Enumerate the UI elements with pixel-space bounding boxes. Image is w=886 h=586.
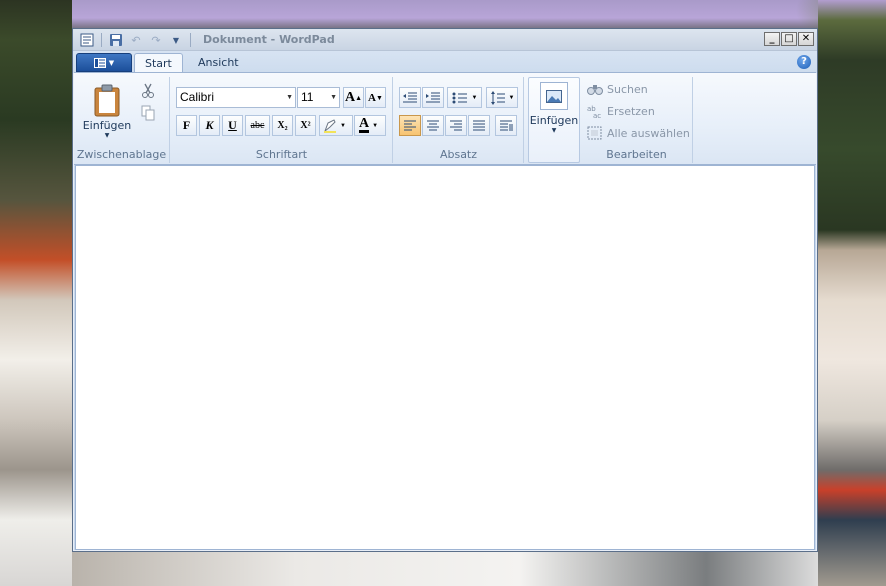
copy-icon (141, 105, 155, 121)
font-color-button[interactable]: A ▼ (354, 115, 386, 136)
select-all-label: Alle auswählen (607, 126, 690, 140)
grow-font-button[interactable]: A ▲ (343, 87, 364, 108)
tab-start[interactable]: Start (134, 53, 183, 73)
strikethrough-button[interactable]: abc (245, 115, 270, 136)
superscript-button[interactable]: X² (295, 115, 316, 136)
bullet-list-button[interactable]: ▼ (447, 87, 482, 108)
font-color-icon: A (359, 116, 370, 133)
window-title: Dokument - WordPad (203, 33, 335, 46)
chevron-down-icon: ▼ (108, 58, 115, 67)
select-all-button[interactable]: Alle auswählen (587, 126, 690, 140)
find-button[interactable]: Suchen (587, 82, 648, 96)
font-family-value: Calibri (180, 90, 215, 104)
line-spacing-icon (490, 90, 505, 105)
align-left-icon (404, 120, 416, 130)
font-size-combo[interactable]: 11 ▼ (297, 87, 340, 108)
chevron-down-icon: ▼ (340, 122, 346, 129)
align-right-icon (450, 120, 462, 130)
subscript-button[interactable]: X₂ (272, 115, 293, 136)
group-clipboard: Einfügen ▼ Zwischenablage (74, 77, 170, 163)
justify-icon (473, 120, 485, 130)
group-label-font: Schriftart (255, 148, 308, 161)
qat-separator-2 (190, 33, 191, 47)
quick-access-toolbar: ↶ ↷ ▼ (79, 32, 193, 48)
chevron-down-icon: ▼ (372, 122, 379, 129)
decrease-indent-button[interactable] (399, 87, 421, 108)
desktop-background-right (818, 0, 886, 586)
title-bar: ↶ ↷ ▼ Dokument - WordPad _ □ ✕ (73, 29, 817, 51)
scissors-icon (142, 83, 154, 98)
chevron-down-icon: ▼ (551, 127, 557, 134)
replace-label: Ersetzen (607, 104, 655, 118)
ribbon-tabs: ▼ Start Ansicht ? (73, 51, 817, 73)
bold-button[interactable]: F (176, 115, 197, 136)
insert-button[interactable]: Einfügen ▼ (529, 82, 579, 134)
close-button[interactable]: ✕ (798, 32, 814, 46)
align-center-button[interactable] (422, 115, 444, 136)
customize-qat-icon[interactable]: ▼ (168, 32, 184, 48)
binoculars-icon (587, 85, 603, 95)
outdent-icon (403, 92, 417, 102)
redo-icon[interactable]: ↷ (148, 32, 164, 48)
replace-button[interactable]: ab ac Ersetzen (587, 104, 655, 119)
underline-button[interactable]: U (222, 115, 243, 136)
cut-button[interactable] (138, 81, 158, 101)
copy-button[interactable] (138, 103, 158, 123)
justify-button[interactable] (468, 115, 490, 136)
ribbon: Einfügen ▼ Zwischenablage Calibri ▼ 11 ▼… (74, 72, 816, 165)
group-font: Calibri ▼ 11 ▼ A ▲ A ▼ F K U abc X₂ X² ▼ A… (171, 77, 393, 163)
font-family-combo[interactable]: Calibri ▼ (176, 87, 296, 108)
group-paragraph: ▼ ▼ Absatz (394, 77, 524, 163)
paste-button[interactable]: Einfügen ▼ (82, 83, 132, 139)
picture-icon (540, 82, 568, 110)
save-icon[interactable] (108, 32, 124, 48)
font-size-value: 11 (301, 90, 314, 104)
replace-icon: abac (587, 105, 601, 118)
group-insert: Einfügen ▼ (528, 77, 580, 163)
application-menu-button[interactable]: ▼ (76, 53, 132, 72)
desktop-background-left (0, 0, 72, 586)
wordpad-window: ↶ ↷ ▼ Dokument - WordPad _ □ ✕ ▼ Start A… (72, 28, 818, 552)
align-left-button[interactable] (399, 115, 421, 136)
select-all-icon (587, 126, 602, 140)
clipboard-icon (94, 84, 120, 117)
chevron-down-icon: ▼ (330, 94, 337, 101)
group-label-paragraph: Absatz (439, 148, 478, 161)
group-editing: Suchen ab ac Ersetzen Alle auswählen Bear… (581, 77, 693, 163)
bullet-list-icon (452, 92, 467, 103)
document-area[interactable] (75, 165, 815, 550)
increase-indent-button[interactable] (422, 87, 444, 108)
shrink-font-button[interactable]: A ▼ (365, 87, 386, 108)
help-icon[interactable]: ? (797, 55, 811, 69)
undo-icon[interactable]: ↶ (128, 32, 144, 48)
svg-text:ac: ac (593, 112, 601, 118)
chevron-down-icon: ▼ (471, 94, 478, 101)
window-controls: _ □ ✕ (764, 32, 814, 46)
italic-button[interactable]: K (199, 115, 220, 136)
app-icon[interactable] (79, 32, 95, 48)
paragraph-button[interactable] (495, 115, 517, 136)
qat-separator (101, 33, 102, 47)
desktop-background-bottom (72, 552, 818, 586)
minimize-button[interactable]: _ (764, 32, 780, 46)
align-right-button[interactable] (445, 115, 467, 136)
indent-icon (426, 92, 440, 102)
paste-label: Einfügen (82, 119, 132, 132)
group-label-clipboard: Zwischenablage (76, 148, 167, 161)
find-label: Suchen (607, 82, 648, 96)
insert-label: Einfügen (529, 114, 579, 127)
chevron-down-icon: ▼ (286, 94, 293, 101)
line-spacing-button[interactable]: ▼ (486, 87, 518, 108)
group-label-editing: Bearbeiten (606, 148, 667, 161)
highlighter-icon (323, 118, 336, 133)
highlight-color-button[interactable]: ▼ (319, 115, 353, 136)
tab-ansicht[interactable]: Ansicht (188, 53, 249, 73)
chevron-down-icon: ▼ (104, 132, 110, 139)
paragraph-icon (500, 120, 513, 131)
app-menu-icon (93, 57, 106, 68)
chevron-down-icon: ▼ (508, 94, 515, 101)
maximize-button[interactable]: □ (781, 32, 797, 46)
align-center-icon (427, 120, 439, 130)
